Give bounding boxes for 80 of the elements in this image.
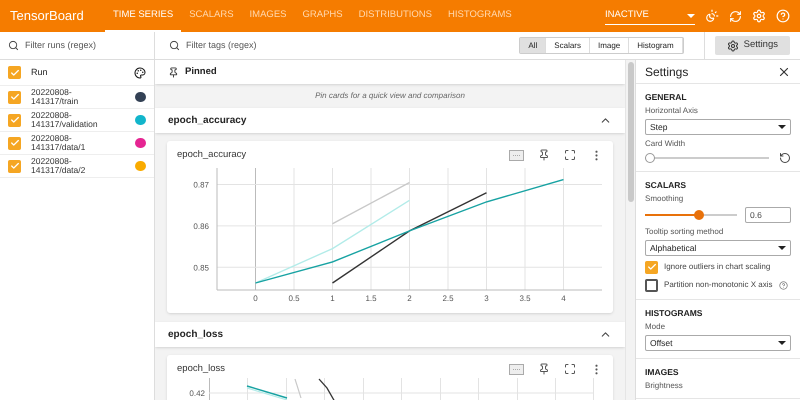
gear-icon [726,40,739,52]
dropdown-caret-icon [778,246,786,250]
tags-filter-field[interactable]: Filter tags (regex) [186,38,336,52]
pin-icon[interactable] [538,363,550,376]
x-tick-label: 2 [407,294,412,304]
fullscreen-icon[interactable] [564,363,576,376]
pinned-title: Pinned [185,64,217,79]
x-tick-label: 3.5 [519,294,531,304]
group-header[interactable]: epoch_loss [155,322,625,347]
section-title: GENERAL [645,92,688,102]
smoothing-input[interactable]: 0.6 [745,207,791,223]
checkbox[interactable] [645,260,658,274]
y-tick-label: 0.42 [188,389,206,398]
search-icon [8,40,19,51]
runs-header: Run [31,66,49,79]
fit-domain-icon[interactable] [509,150,524,161]
checkbox-label: Partition non-monotonic X axis [664,279,772,291]
section-title: SCALARS [645,180,688,190]
run-name: 20220808-141317/train [31,88,80,106]
dropdown-caret-icon [778,125,786,129]
checkbox[interactable] [8,136,21,150]
field-label: Tooltip sorting method [645,227,724,237]
x-tick-label: 0 [253,294,258,304]
checkbox[interactable] [8,160,21,172]
y-tick-label: 0.85 [193,264,209,272]
pin-icon[interactable] [538,149,550,162]
run-name: 20220808-141317/data/2 [31,157,86,175]
search-icon [169,40,180,51]
settings-button[interactable]: Settings [714,36,790,55]
slider-thumb[interactable] [694,210,704,220]
group-title: epoch_accuracy [168,114,246,128]
card-title: epoch_accuracy [177,148,246,162]
help-icon[interactable] [778,280,788,290]
dropdown-caret-icon [687,14,695,18]
field-label: Horizontal Axis [645,106,699,116]
group-header[interactable]: epoch_accuracy [155,108,625,133]
palette-icon[interactable] [134,66,146,78]
checkbox[interactable] [8,90,21,104]
field-label: Brightness [645,381,684,391]
checkbox-label: Ignore outliers in chart scaling [664,261,770,273]
group-title: epoch_loss [168,328,224,342]
checkbox[interactable] [645,278,658,292]
field-label: Smoothing [645,194,684,204]
run-name: 20220808-141317/validation [31,111,99,129]
field-label: Mode [645,322,666,332]
slider-track[interactable] [645,153,769,163]
runs-filter-field[interactable]: Filter runs (regex) [25,38,145,52]
y-tick-label: 0.86 [193,222,209,232]
select-field[interactable]: Offset [645,335,791,351]
run-name: 20220808-141317/data/1 [31,134,86,152]
settings-title: Settings [645,64,688,80]
refresh-icon[interactable] [729,10,742,22]
section-title: IMAGES [645,367,680,377]
slider-track[interactable] [645,210,737,220]
reset-icon[interactable] [779,152,791,164]
section-title: HISTOGRAMS [645,308,704,318]
x-tick-label: 1.5 [365,294,377,304]
x-tick-label: 2.5 [442,294,454,304]
checkbox[interactable] [8,114,21,126]
pin-icon [168,66,179,78]
card-title: epoch_loss [177,362,226,376]
settings-icon[interactable] [752,9,766,23]
x-tick-label: 3 [484,294,489,304]
theme-icon[interactable] [705,9,719,23]
x-tick-label: 1 [330,294,335,304]
fullscreen-icon[interactable] [564,149,576,162]
pinned-empty-message: Pin cards for a quick view and comparison [315,90,465,102]
select-field[interactable]: Alphabetical [645,240,791,256]
app-title: TensorBoard [9,7,85,26]
y-tick-label: 0.87 [193,180,209,190]
x-tick-label: 0.5 [288,294,300,304]
type-filter-chip[interactable]: All [520,38,546,53]
dropdown-caret-icon [778,341,786,345]
checkbox[interactable] [8,66,21,79]
select-field[interactable]: Step [645,119,791,135]
x-tick-label: 4 [561,294,566,304]
field-label: Card Width [645,139,686,149]
fit-domain-icon[interactable] [509,364,524,375]
scrollbar[interactable] [625,60,635,400]
slider-thumb[interactable] [645,153,655,163]
